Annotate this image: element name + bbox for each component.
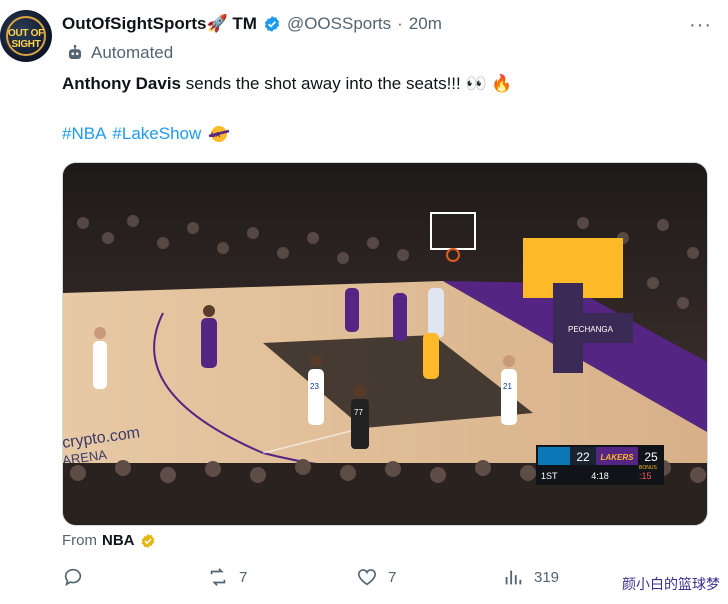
verified-badge-icon — [264, 16, 280, 32]
action-bar: 7 7 319 — [62, 566, 662, 594]
tweet-bold-name: Anthony Davis — [62, 74, 182, 93]
jersey-number-2: 21 — [503, 382, 512, 391]
tweet-body: sends the shot away into the seats!!! 👀 … — [181, 74, 513, 93]
view-count: 319 — [534, 568, 560, 586]
gold-verified-badge-icon — [141, 533, 154, 548]
source-attribution: From NBA — [62, 532, 156, 549]
jersey-number-1: 23 — [310, 382, 319, 391]
tweet-text: Anthony Davis sends the shot away into t… — [62, 72, 702, 96]
video-media[interactable]: crypto.com ARENA PECHANGA 23 21 77 22 LA… — [62, 162, 708, 526]
shot-clock: :15 — [639, 471, 652, 481]
views-button[interactable]: 319 — [502, 566, 559, 588]
game-clock: 4:18 — [591, 471, 609, 481]
repost-icon — [210, 568, 226, 586]
timestamp[interactable]: 20m — [409, 14, 442, 34]
author-handle[interactable]: @OOSSports — [287, 14, 391, 34]
like-count: 7 — [388, 568, 397, 586]
reply-icon — [64, 568, 82, 587]
svg-text:LA: LA — [211, 132, 220, 139]
source-name[interactable]: NBA — [102, 532, 135, 549]
bot-icon — [69, 44, 81, 59]
home-score: 25 — [644, 450, 658, 464]
automated-label: Automated — [66, 43, 173, 63]
name-suffix: TM — [232, 14, 257, 33]
watermark: 颜小白的篮球梦 — [622, 577, 720, 593]
hashtag-lakeshow[interactable]: #LakeShow — [112, 124, 201, 144]
scoreboard: 22 LAKERS 25 1ST 4:18 BONUS :15 — [536, 445, 664, 485]
jersey-number-3: 77 — [354, 408, 363, 417]
rocket-emoji: 🚀 — [206, 14, 228, 33]
separator-dot: · — [397, 14, 403, 33]
avatar[interactable]: OUT OF SIGHT — [0, 10, 52, 62]
hashtag-nba[interactable]: #NBA — [62, 124, 106, 144]
away-score: 22 — [576, 450, 590, 464]
repost-count: 7 — [239, 568, 248, 586]
reply-button[interactable] — [62, 566, 94, 588]
avatar-text: OUT OF SIGHT — [8, 28, 44, 50]
quarter: 1ST — [541, 471, 558, 481]
game-still: crypto.com ARENA PECHANGA 23 21 77 22 LA… — [63, 163, 707, 525]
heart-icon — [357, 569, 377, 586]
source-prefix: From — [62, 532, 97, 549]
stanchion-ad: PECHANGA — [568, 325, 614, 334]
tweet-header: OutOfSightSports🚀 TM @OOSSports · 20m — [62, 12, 442, 36]
lakers-logo-icon: LA — [208, 126, 230, 142]
author-name[interactable]: OutOfSightSports🚀 TM — [62, 14, 257, 34]
hashtags: #NBA #LakeShow LA — [62, 124, 231, 144]
more-options-icon[interactable]: ··· — [689, 14, 712, 37]
like-button[interactable]: 7 — [356, 566, 396, 588]
home-team: LAKERS — [601, 453, 635, 462]
repost-button[interactable]: 7 — [207, 566, 247, 588]
views-chart-icon — [505, 570, 522, 585]
